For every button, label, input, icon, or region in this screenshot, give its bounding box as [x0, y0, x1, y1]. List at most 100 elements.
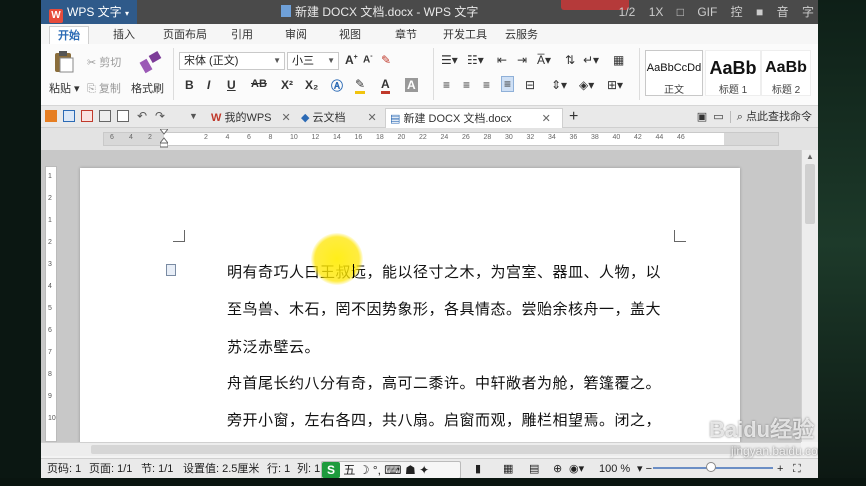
format-painter-icon[interactable] — [139, 50, 163, 74]
paste-icon[interactable] — [51, 50, 75, 74]
new-tab-button[interactable]: + — [565, 108, 578, 128]
close-icon[interactable]: ✕ — [282, 112, 291, 124]
paragraph-line-2[interactable]: 至鸟兽、木石，罔不因势象形，各具情态。尝贻余核舟一，盖大 — [227, 298, 661, 319]
increase-indent-icon[interactable]: ⇥ — [517, 53, 527, 67]
view-eye-icon[interactable]: ◉▾ — [569, 459, 584, 478]
zoom-slider-knob[interactable] — [706, 462, 716, 472]
paragraph-line-4[interactable]: 舟首尾长约八分有奇，高可二黍许。中轩敞者为舱，箬篷覆之。 — [227, 372, 661, 393]
tab-cloud-docs[interactable]: ◆ 云文档 ✕ — [297, 108, 383, 128]
tab-chapter[interactable]: 章节 — [395, 26, 417, 44]
settings-icon[interactable]: ✦ — [419, 463, 429, 477]
font-color-icon[interactable]: A — [381, 77, 390, 94]
italic-button[interactable]: I — [207, 78, 210, 92]
underline-button[interactable]: U — [227, 78, 236, 92]
find-command-box[interactable]: ▣ ▭ ⌕ 点此查找命令 — [697, 106, 812, 128]
tab-view[interactable]: 视图 — [339, 26, 361, 44]
print-preview-icon[interactable] — [117, 110, 129, 122]
grow-font-button[interactable]: A+ — [345, 53, 358, 67]
minimize-button[interactable]: □ — [677, 5, 684, 19]
distribute-icon[interactable]: ⊟ — [525, 78, 535, 92]
status-row[interactable]: 行: 1 — [267, 459, 290, 478]
horizontal-scroll-thumb[interactable] — [91, 445, 741, 454]
view-page-icon[interactable]: ▦ — [503, 459, 513, 478]
audio-button[interactable]: 音 — [777, 5, 789, 19]
view-web-icon[interactable]: ⊕ — [553, 459, 562, 478]
font-size-select[interactable]: 小三 ▼ — [287, 52, 339, 70]
gif-button[interactable]: GIF — [697, 5, 717, 19]
view-outline-icon[interactable]: ▤ — [529, 459, 539, 478]
speed-button[interactable]: 1X — [649, 5, 664, 19]
vertical-scrollbar[interactable]: ▲ — [801, 150, 818, 442]
chinese-layout-icon[interactable]: A̅▾ — [537, 53, 551, 67]
style-heading-2[interactable]: AaBb 标题 2 — [761, 50, 811, 96]
paragraph-marker-icon[interactable] — [166, 264, 176, 276]
format-painter-button[interactable]: 格式刷 — [131, 80, 164, 96]
redo-icon[interactable]: ↷ — [155, 110, 167, 122]
subscript-button[interactable]: X₂ — [305, 78, 318, 92]
ruler-track[interactable]: 6 4 2 2 4 6 8 10 12 14 16 18 20 22 24 26 28 30 32 34 36 38 40 4… — [103, 128, 779, 149]
sort-icon[interactable]: ⇅ — [565, 53, 575, 67]
char-shading-icon[interactable]: A — [405, 78, 418, 92]
tab-current-document[interactable]: ▤ 新建 DOCX 文档.docx ✕ — [385, 108, 563, 128]
scroll-up-icon[interactable]: ▲ — [806, 152, 814, 161]
tab-insert[interactable]: 插入 — [113, 26, 135, 44]
undo-icon[interactable]: ↶ — [137, 110, 149, 122]
style-heading-1[interactable]: AaBb 标题 1 — [705, 50, 761, 96]
status-section[interactable]: 节: 1/1 — [141, 459, 173, 478]
export-pdf-icon[interactable] — [81, 110, 93, 122]
vertical-ruler[interactable]: 1 2 1 2 3 4 5 6 7 8 9 10 — [45, 166, 57, 442]
text-button[interactable]: 字 — [802, 5, 814, 19]
control-button[interactable]: 控 — [731, 5, 743, 19]
superscript-button[interactable]: X² — [281, 78, 293, 92]
tab-references[interactable]: 引用 — [231, 26, 253, 44]
tab-page-layout[interactable]: 页面布局 — [163, 26, 207, 44]
chat-icon[interactable]: ▣ — [697, 111, 707, 123]
paragraph-line-1[interactable]: 明有奇巧人曰王叔远，能以径寸之木，为宫室、器皿、人物，以 — [227, 261, 661, 282]
align-justify-icon[interactable]: ≡ — [501, 76, 515, 92]
app-menu-button[interactable]: W WPS 文字 ▾ — [41, 0, 137, 24]
table-borders-icon[interactable]: ⊞▾ — [607, 78, 623, 92]
zoom-value[interactable]: 100 % — [599, 459, 630, 478]
skin-icon[interactable]: ☗ — [405, 463, 416, 477]
align-right-icon[interactable]: ≡ — [483, 78, 490, 92]
tab-my-wps[interactable]: W 我的WPS ✕ — [207, 108, 295, 128]
shrink-font-button[interactable]: A- — [363, 53, 373, 65]
print-icon[interactable] — [99, 110, 111, 122]
status-col[interactable]: 列: 1 — [297, 459, 320, 478]
paste-button[interactable]: 粘贴 ▾ — [49, 80, 80, 96]
copy-button[interactable]: ⎘ 复制 — [87, 80, 121, 96]
line-spacing-icon[interactable]: ⇕▾ — [551, 78, 567, 92]
zoom-in-icon[interactable]: + — [777, 459, 783, 478]
number-list-icon[interactable]: ☷▾ — [467, 53, 484, 67]
tab-review[interactable]: 审阅 — [285, 26, 307, 44]
keyboard-icon[interactable]: ⌨ — [384, 463, 401, 477]
view-read-icon[interactable]: ▮ — [475, 459, 481, 478]
borders-icon[interactable]: ▦ — [613, 53, 624, 67]
save-icon[interactable] — [63, 110, 75, 122]
status-setting[interactable]: 设置值: 2.5厘米 — [183, 459, 259, 478]
open-folder-icon[interactable] — [45, 110, 57, 122]
indent-marker[interactable] — [158, 128, 170, 149]
minimize-ribbon-icon[interactable]: ▭ — [713, 111, 723, 123]
clear-format-button[interactable]: ✎ — [381, 53, 391, 67]
align-left-icon[interactable]: ≡ — [443, 78, 450, 92]
paragraph-line-5[interactable]: 旁开小窗，左右各四，共八扇。启窗而观，雕栏相望焉。闭之， — [227, 409, 661, 430]
tab-developer[interactable]: 开发工具 — [443, 26, 487, 44]
close-icon[interactable]: ✕ — [368, 112, 377, 124]
decrease-indent-icon[interactable]: ⇤ — [497, 53, 507, 67]
style-normal[interactable]: AaBbCcDd 正文 — [645, 50, 703, 96]
text-effect-icon[interactable]: Ⓐ — [331, 77, 343, 94]
stop-button[interactable]: ■ — [756, 5, 763, 19]
bold-button[interactable]: B — [185, 78, 194, 92]
vertical-scroll-thumb[interactable] — [805, 164, 815, 224]
show-marks-icon[interactable]: ↵▾ — [583, 53, 599, 67]
highlight-icon[interactable]: ✎ — [355, 77, 366, 94]
chevron-down-icon[interactable]: ▼ — [189, 110, 201, 122]
shading-icon[interactable]: ◈▾ — [579, 78, 594, 92]
ime-toolbar[interactable]: S 五 ☽ °, ⌨ ☗ ✦ — [321, 461, 461, 478]
punctuation-icon[interactable]: °, — [373, 463, 381, 477]
zoom-dropdown-icon[interactable]: ▾ − — [637, 459, 652, 478]
align-center-icon[interactable]: ≡ — [463, 78, 470, 92]
moon-icon[interactable]: ☽ — [359, 463, 370, 477]
status-page-number[interactable]: 页码: 1 — [47, 459, 81, 478]
